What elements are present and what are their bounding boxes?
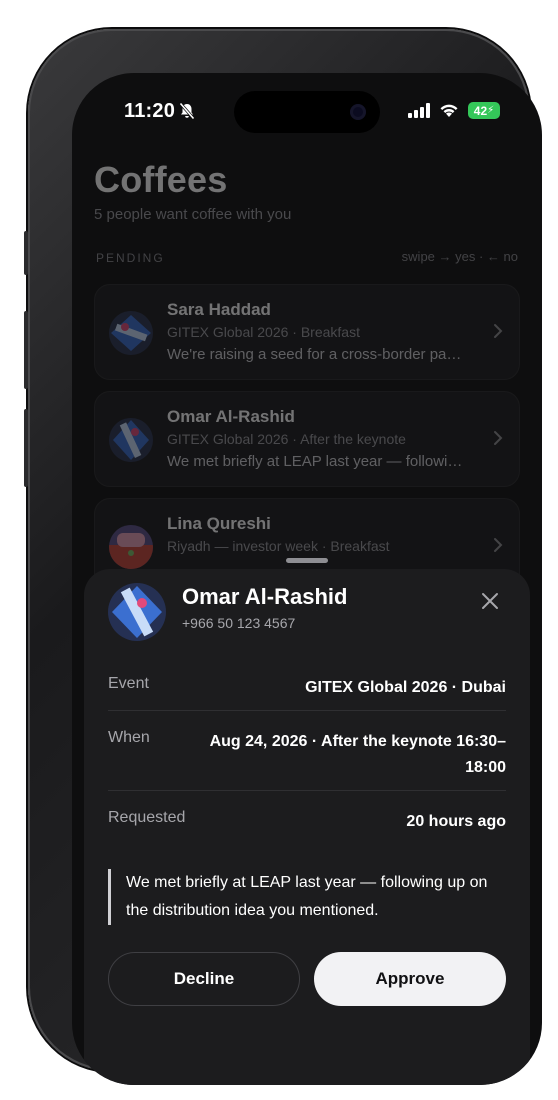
page-title: Coffees [94, 159, 228, 200]
approve-button[interactable]: Approve [314, 952, 506, 1006]
decline-button[interactable]: Decline [108, 952, 300, 1006]
request-meta: Riyadh — investor week · Breakfast [167, 538, 390, 554]
phone-frame: 11:20 42 ⚡ Coffees 5 people want coffee … [24, 29, 542, 1085]
chevron-right-icon [494, 431, 503, 445]
requested-label: Requested [108, 809, 186, 826]
requested-value: 20 hours ago [406, 813, 506, 830]
page-subtitle: 5 people want coffee with you [94, 206, 292, 223]
swipe-hint: swipe → yes · ← no [401, 249, 518, 264]
when-value-line2: 18:00 [465, 759, 506, 776]
request-meta: GITEX Global 2026 · After the keynote [167, 431, 406, 447]
avatar [109, 525, 153, 569]
when-row: When Aug 24, 2026 · After the keynote 16… [108, 729, 506, 781]
divider [108, 790, 506, 791]
request-card-omar[interactable]: Omar Al-Rashid GITEX Global 2026 · After… [94, 391, 520, 487]
event-row: Event GITEX Global 2026 · Dubai [108, 675, 506, 701]
contact-name: Omar Al-Rashid [182, 584, 348, 609]
avatar [109, 311, 153, 355]
section-label: PENDING [96, 251, 165, 265]
sheet-grabber[interactable] [286, 558, 328, 563]
chevron-right-icon [494, 324, 503, 338]
when-value: Aug 24, 2026 · After the keynote 16:30– … [210, 729, 506, 781]
requested-row: Requested 20 hours ago [108, 809, 506, 835]
request-name: Lina Qureshi [167, 514, 271, 533]
request-detail-sheet: Omar Al-Rashid +966 50 123 4567 Event GI… [84, 558, 530, 1085]
request-message: We met briefly at LEAP last year — follo… [108, 869, 506, 925]
action-button [24, 231, 28, 275]
when-value-line1: Aug 24, 2026 · After the keynote 16:30– [209, 733, 506, 750]
volume-down-button [24, 409, 28, 487]
request-note: We met briefly at LEAP last year — follo… [167, 453, 467, 470]
close-icon[interactable] [478, 589, 502, 613]
request-meta: GITEX Global 2026 · Breakfast [167, 324, 360, 340]
volume-up-button [24, 311, 28, 389]
event-value: GITEX Global 2026 · Dubai [305, 679, 506, 696]
contact-phone[interactable]: +966 50 123 4567 [182, 615, 295, 631]
chevron-right-icon [494, 538, 503, 552]
when-label: When [108, 729, 150, 746]
request-name: Sara Haddad [167, 300, 271, 319]
avatar [108, 583, 166, 641]
request-name: Omar Al-Rashid [167, 407, 295, 426]
screen: 11:20 42 ⚡ Coffees 5 people want coffee … [72, 73, 542, 1085]
request-card-sara[interactable]: Sara Haddad GITEX Global 2026 · Breakfas… [94, 284, 520, 380]
divider [108, 710, 506, 711]
event-label: Event [108, 675, 149, 692]
avatar [109, 418, 153, 462]
request-note: We're raising a seed for a cross-border … [167, 346, 467, 363]
